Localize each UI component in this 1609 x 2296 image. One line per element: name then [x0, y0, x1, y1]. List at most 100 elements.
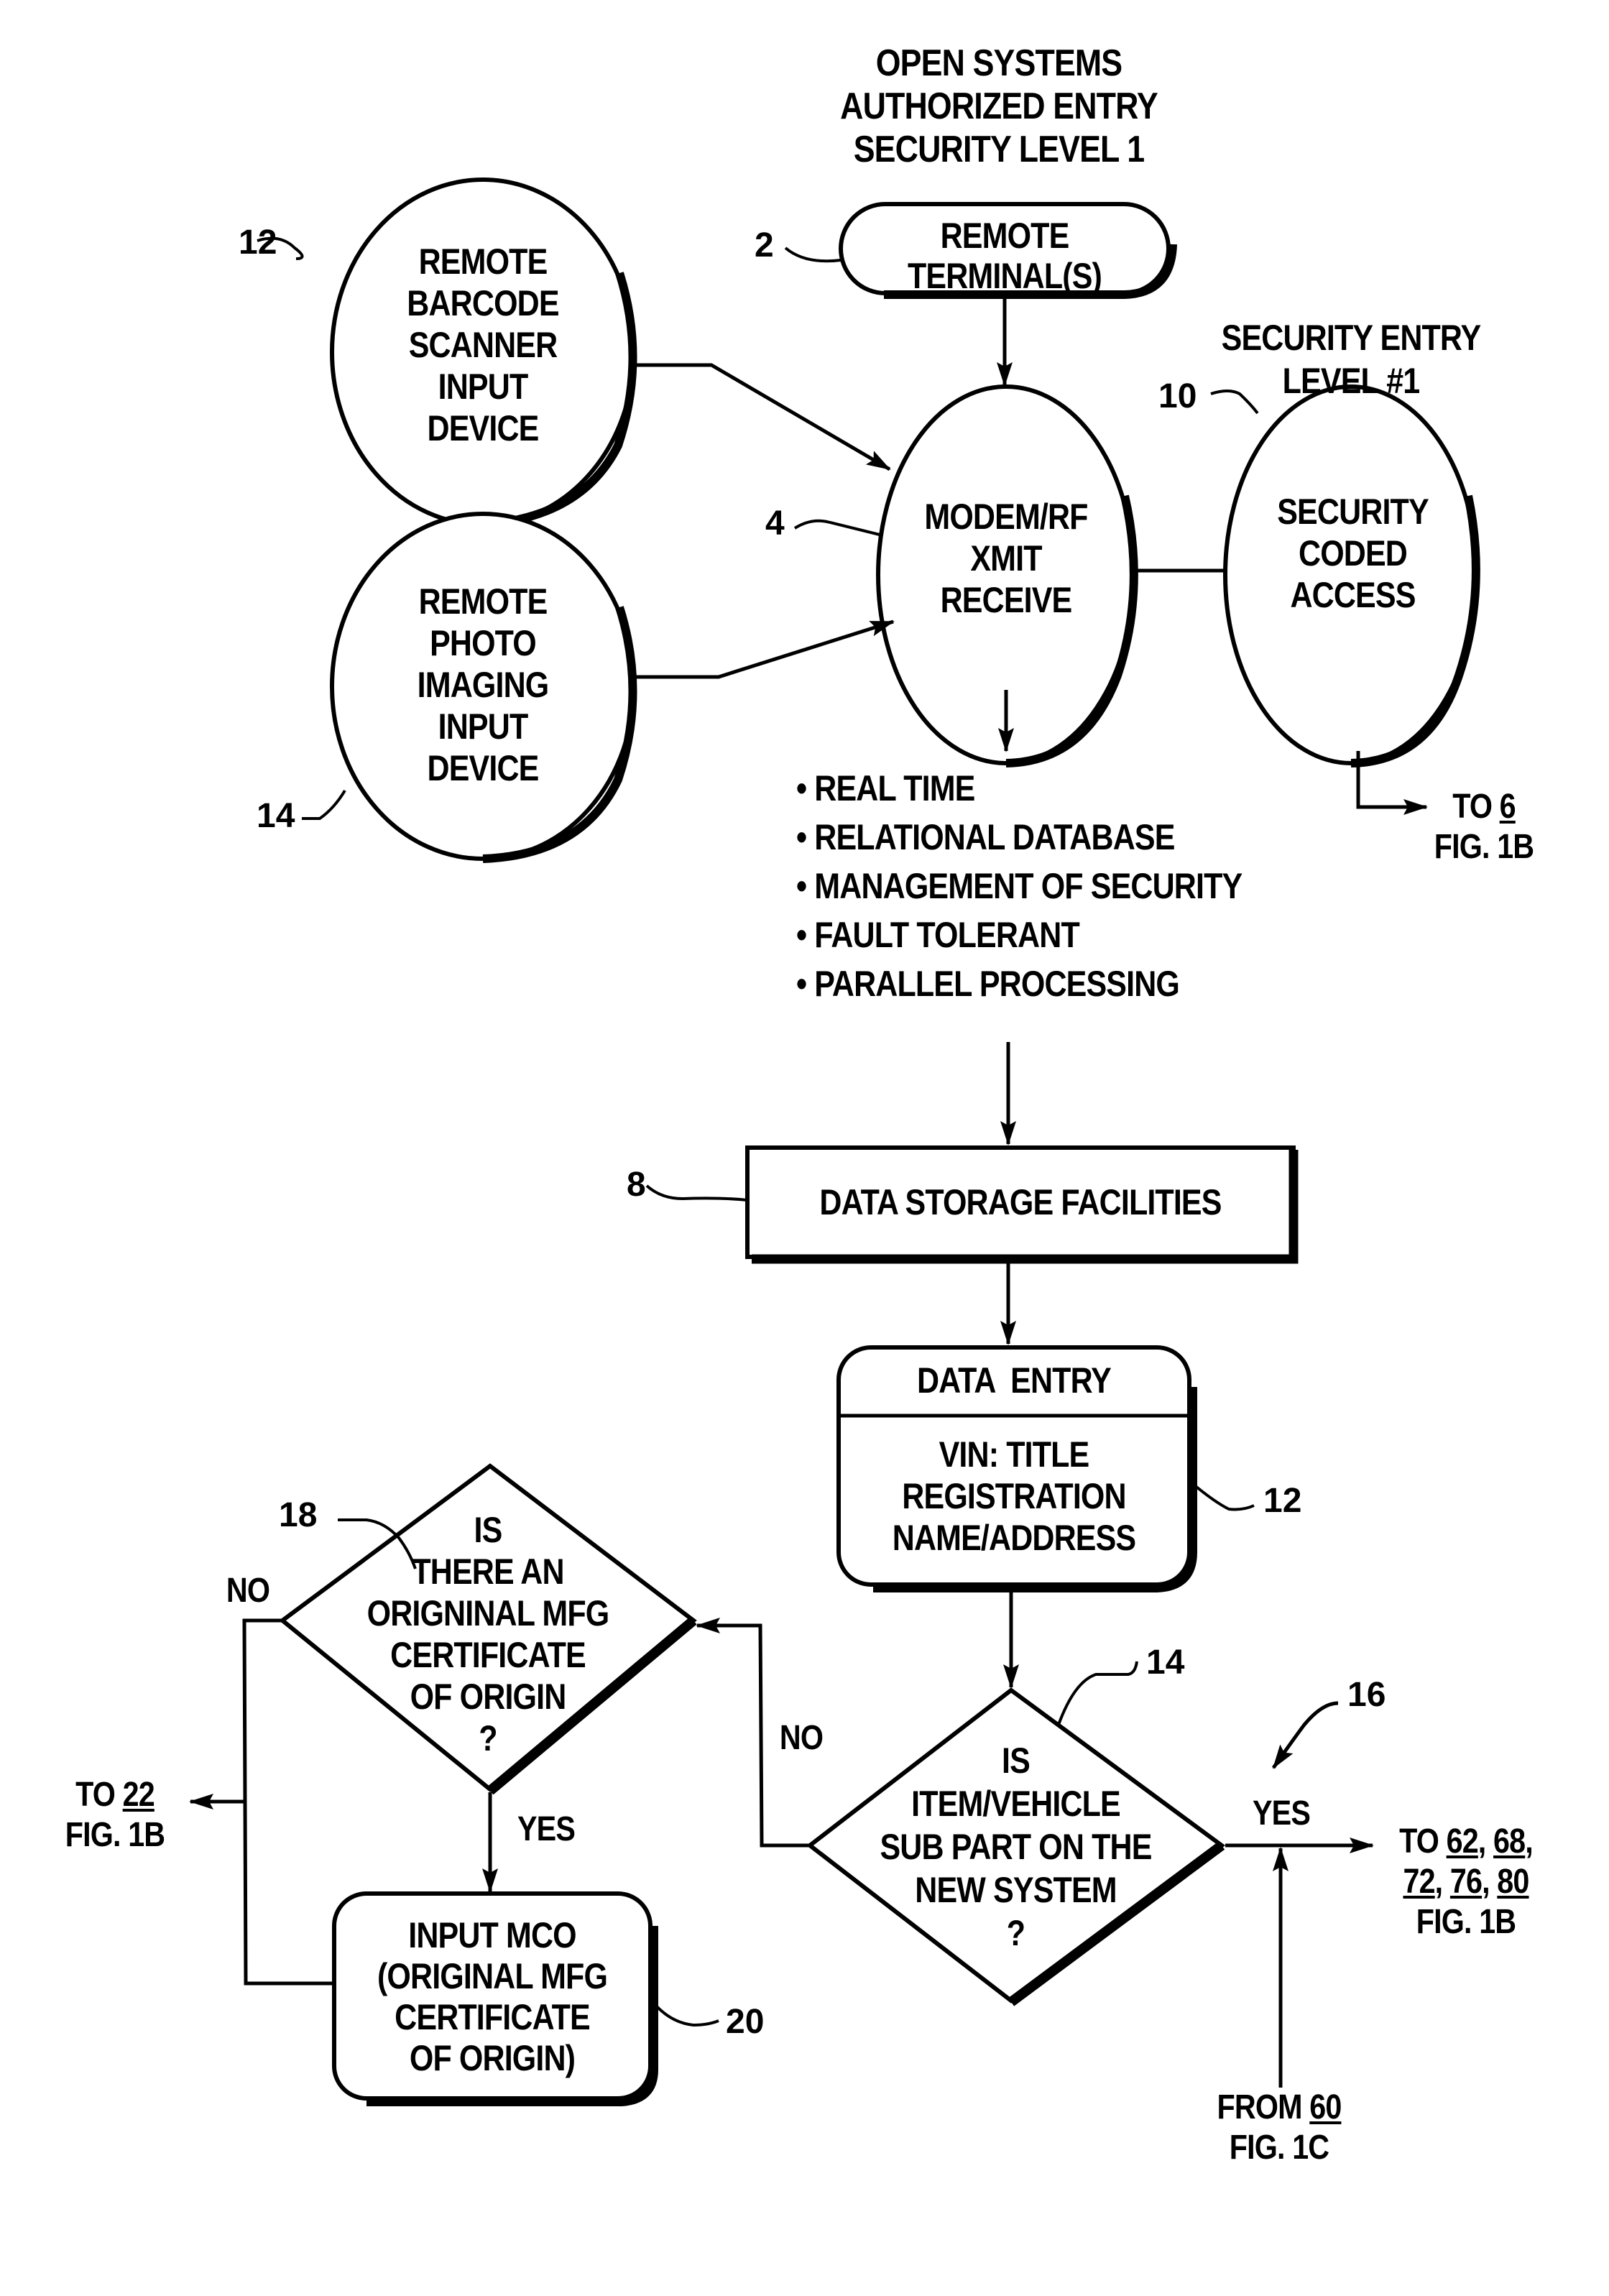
title-line: AUTHORIZED ENTRY: [840, 86, 1158, 127]
connector-to-62: TO 62, 68, 72, 76, 80 FIG. 1B: [1389, 1822, 1544, 1942]
node-line: REGISTRATION: [902, 1476, 1126, 1516]
feature-item: MANAGEMENT OF SECURITY: [796, 862, 1243, 910]
ref-number-20: 20: [726, 2003, 765, 2041]
connector-ref: 72: [1403, 1863, 1435, 1901]
yes-label-mco: YES: [517, 1810, 576, 1848]
node-line: ACCESS: [1290, 575, 1416, 615]
node-line: PHOTO: [430, 623, 537, 663]
node-line: INPUT: [438, 706, 529, 747]
ref-leader-14: [302, 789, 346, 820]
connector-to-6: TO 6 FIG. 1B: [1422, 787, 1546, 867]
decision-new-system-label: IS ITEM/VEHICLE SUB PART ON THE NEW SYST…: [839, 1739, 1193, 1955]
node-line: REMOTE: [940, 216, 1070, 256]
data-entry-fields: VIN: TITLE REGISTRATION NAME/ADDRESS: [863, 1434, 1165, 1559]
security-access-label: SECURITY CODED ACCESS: [1243, 491, 1462, 616]
node-line: ITEM/VEHICLE: [911, 1784, 1121, 1824]
node-line: SUB PART ON THE: [880, 1827, 1152, 1867]
barcode-scanner-label: REMOTE BARCODE SCANNER INPUT DEVICE: [353, 241, 612, 449]
ref-number-2: 2: [755, 226, 774, 264]
connector-ref: 60: [1309, 2088, 1342, 2126]
connector-fig: FIG. 1B: [1416, 1903, 1516, 1941]
ref-number-12: 12: [239, 223, 277, 262]
node-line: THERE AN: [412, 1552, 564, 1592]
node-line: IS: [474, 1510, 503, 1550]
node-line: XMIT: [970, 538, 1042, 578]
connector-fig: FIG. 1B: [1434, 828, 1534, 866]
connector-prefix: FROM: [1217, 2088, 1310, 2126]
heading-line: LEVEL #1: [1282, 361, 1421, 401]
features-list: REAL TIME RELATIONAL DATABASE MANAGEMENT…: [796, 764, 1243, 1008]
node-line: NEW SYSTEM: [915, 1870, 1117, 1910]
connector-ref: 22: [122, 1776, 155, 1814]
connector-prefix: TO: [1452, 788, 1500, 826]
feature-item: FAULT TOLERANT: [796, 910, 1242, 959]
connector-ref: 6: [1499, 788, 1516, 826]
node-line: (ORIGINAL MFG: [377, 1956, 608, 1996]
node-line: TERMINAL(S): [907, 256, 1102, 296]
node-line: INPUT MCO: [408, 1915, 576, 1955]
ref-number-10: 10: [1158, 377, 1197, 415]
ref-leader-20b: [654, 2004, 719, 2027]
decision-mco-label: IS THERE AN ORIGNINAL MFG CERTIFICATE OF…: [311, 1509, 665, 1759]
ref-number-12-entry: 12: [1263, 1482, 1302, 1520]
node-line: CODED: [1298, 533, 1408, 573]
remote-terminal-label: REMOTE TERMINAL(S): [864, 216, 1145, 296]
connector-fig: FIG. 1C: [1229, 2129, 1329, 2167]
connector-prefix: TO: [1399, 1822, 1447, 1861]
photo-to-modem-arrow: [635, 619, 895, 679]
ref-number-14-decision: 14: [1146, 1643, 1185, 1682]
node-line: VIN: TITLE: [939, 1434, 1090, 1475]
data-entry-header: DATA ENTRY: [916, 1360, 1112, 1401]
node-line: BARCODE: [407, 283, 559, 323]
node-line: NAME/ADDRESS: [892, 1518, 1136, 1558]
yes-label-new-system: YES: [1252, 1794, 1311, 1832]
ref-arrow-16: [1271, 1701, 1339, 1769]
node-line: ?: [479, 1718, 497, 1758]
node-line: SCANNER: [408, 325, 558, 365]
ref-leader-12-entry: [1191, 1483, 1255, 1511]
node-line: ?: [1006, 1913, 1025, 1953]
node-line: DEVICE: [427, 408, 540, 448]
node-line: REMOTE: [418, 581, 548, 622]
connector-ref: 62: [1446, 1822, 1479, 1861]
node-line: IS: [1002, 1741, 1031, 1781]
ref-leader-2: [784, 246, 842, 263]
node-line: CERTIFICATE: [390, 1635, 586, 1675]
feature-item: PARALLEL PROCESSING: [796, 959, 1242, 1008]
data-storage-label: DATA STORAGE FACILITIES: [819, 1182, 1222, 1222]
node-line: IMAGING: [417, 665, 550, 705]
barcode-to-modem-arrow: [635, 363, 891, 471]
no-label-mco: NO: [226, 1572, 270, 1610]
feature-item: RELATIONAL DATABASE: [796, 813, 1242, 862]
feature-item: REAL TIME: [796, 764, 1242, 813]
heading-line: SECURITY ENTRY: [1221, 318, 1482, 358]
node-line: DEVICE: [427, 748, 540, 788]
ref-leader-4b: [793, 519, 883, 537]
connector-to-22: TO 22 FIG. 1B: [53, 1775, 177, 1855]
node-line: OF ORIGIN: [410, 1677, 567, 1717]
photo-imaging-label: REMOTE PHOTO IMAGING INPUT DEVICE: [353, 581, 612, 789]
node-line: MODEM/RF: [924, 497, 1088, 537]
connector-ref: 80: [1497, 1863, 1529, 1901]
node-line: INPUT: [438, 366, 529, 407]
connector-fig: FIG. 1B: [65, 1816, 165, 1854]
security-entry-heading: SECURITY ENTRY LEVEL #1: [1187, 316, 1515, 402]
node-line: CERTIFICATE: [395, 1997, 590, 2037]
connector-ref: 76: [1449, 1863, 1483, 1901]
ref-leader-14-left: [86, 796, 129, 818]
connector-ref: 68: [1493, 1822, 1526, 1861]
node-line: REMOTE: [418, 241, 548, 282]
connector-from-60: FROM 60 FIG. 1C: [1199, 2088, 1360, 2168]
node-line: ORIGNINAL MFG: [366, 1593, 610, 1633]
diagram-title: OPEN SYSTEMS AUTHORIZED ENTRY SECURITY L…: [813, 42, 1184, 171]
title-line: SECURITY LEVEL 1: [853, 129, 1145, 170]
ref-number-8: 8: [627, 1166, 646, 1204]
figure-ref-16: 16: [1347, 1676, 1386, 1714]
ref-number-4: 4: [765, 504, 785, 543]
no-label-new-system: NO: [779, 1719, 824, 1757]
modem-label: MODEM/RF XMIT RECEIVE: [896, 496, 1116, 621]
input-mco-label: INPUT MCO (ORIGINAL MFG CERTIFICATE OF O…: [356, 1915, 628, 2079]
title-line: OPEN SYSTEMS: [875, 42, 1122, 84]
ref-number-14: 14: [257, 797, 295, 835]
node-line: OF ORIGIN): [409, 2038, 576, 2078]
